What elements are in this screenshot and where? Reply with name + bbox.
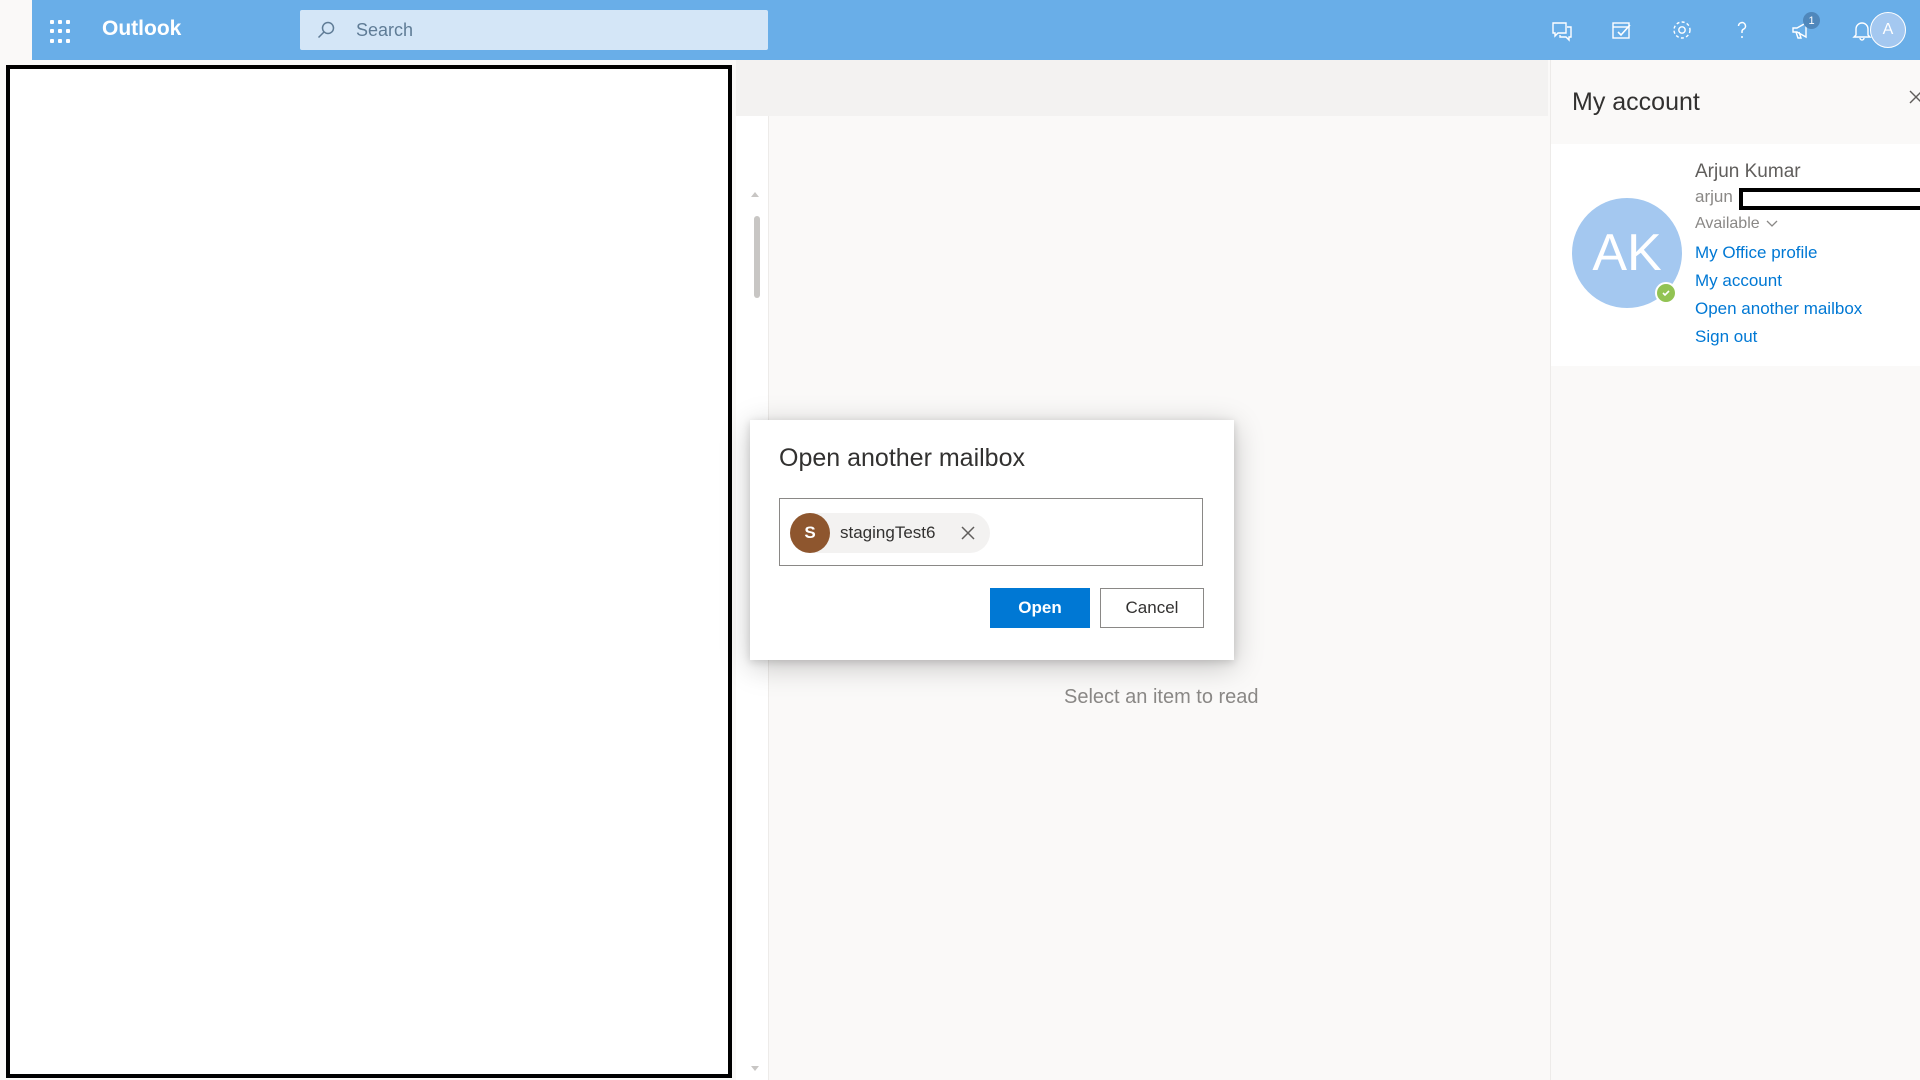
todo-button[interactable] [1602,10,1642,50]
reading-pane-hint: Select an item to read [1064,686,1259,708]
search-box[interactable]: Search [300,10,768,50]
whats-new-button[interactable]: 1 [1782,10,1822,50]
command-bar [736,60,1548,116]
notification-badge: 1 [1803,12,1820,29]
sign-out-link[interactable]: Sign out [1695,327,1757,347]
search-icon [317,21,335,39]
scroll-up-arrow[interactable] [751,192,759,197]
help-button[interactable] [1722,10,1762,50]
open-mailbox-dialog: Open another mailbox S stagingTest6 Open… [750,420,1234,660]
selected-mailbox-chip[interactable]: S stagingTest6 [790,513,990,553]
help-icon [1737,21,1747,38]
settings-icon [1673,21,1691,39]
account-name: Arjun Kumar [1695,161,1801,182]
close-icon[interactable] [1909,90,1920,104]
open-another-mailbox-link[interactable]: Open another mailbox [1695,299,1862,319]
close-icon[interactable] [958,523,978,543]
panel-title: My account [1572,88,1700,116]
cancel-button[interactable]: Cancel [1100,588,1204,628]
office-profile-link[interactable]: My Office profile [1695,243,1818,263]
mailbox-picker-input[interactable]: S stagingTest6 [779,498,1203,566]
dialog-title: Open another mailbox [779,444,1025,472]
app-name[interactable]: Outlook [102,17,181,41]
top-bar: Outlook Search 1 [32,0,1920,60]
waffle-icon[interactable] [48,18,76,46]
presence-available-icon [1655,282,1677,304]
scroll-down-arrow[interactable] [751,1066,759,1071]
search-input[interactable]: Search [356,20,413,41]
persona-name: stagingTest6 [840,523,936,542]
redacted-email [1739,188,1920,210]
account-email: arjun [1695,187,1733,206]
my-account-link[interactable]: My account [1695,271,1782,291]
account-panel: My account AK Arjun Kumar arjun Availabl… [1550,60,1920,1080]
chevron-down-icon [1766,220,1778,227]
presence-status-label: Available [1695,215,1760,232]
account-card: AK Arjun Kumar arjun Available My Office… [1551,144,1920,366]
chat-button[interactable] [1542,10,1582,50]
profile-avatar-button[interactable]: A [1870,12,1906,48]
settings-button[interactable] [1662,10,1702,50]
redacted-panel [6,65,732,1078]
persona-avatar: S [790,513,830,553]
todo-icon [1612,22,1631,39]
open-button[interactable]: Open [990,588,1090,628]
chat-icon [1552,22,1572,42]
scrollbar-thumb[interactable] [754,216,760,298]
presence-status-dropdown[interactable]: Available [1695,215,1778,233]
